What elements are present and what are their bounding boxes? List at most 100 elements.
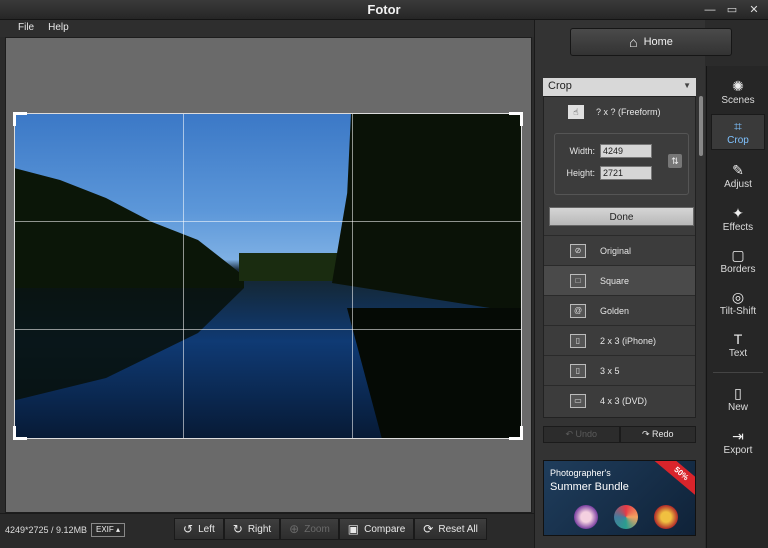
crop-mode-select[interactable]: Crop ▼ — [543, 78, 696, 96]
home-button[interactable]: ⌂ Home — [570, 28, 732, 56]
crop-icon: ⌗ — [734, 117, 742, 134]
menu-file[interactable]: File — [12, 20, 40, 37]
close-button[interactable]: ✕ — [746, 3, 762, 17]
rotate-right-label: Right — [247, 523, 272, 535]
crop-handle-top-left[interactable] — [13, 112, 27, 126]
window-controls: — ▭ ✕ — [702, 3, 762, 17]
redo-button[interactable]: ↷ Redo — [619, 426, 696, 443]
freeform-label: ? x ? (Freeform) — [596, 107, 661, 117]
tool-label: New — [727, 401, 748, 413]
title-bar: Fotor — ▭ ✕ — [0, 0, 768, 20]
zoom-label: Zoom — [304, 523, 330, 535]
tool-effects[interactable]: ✦ Effects — [711, 201, 765, 237]
reset-all-button[interactable]: ⟳ Reset All — [414, 518, 487, 540]
tool-label: Borders — [720, 263, 756, 275]
ratio-golden[interactable]: @ Golden — [544, 295, 695, 325]
pencil-icon: ✎ — [732, 161, 744, 178]
tool-label: Crop — [727, 134, 749, 146]
tool-borders[interactable]: ▢ Borders — [711, 243, 765, 279]
zoom-button[interactable]: ⊕ Zoom — [280, 518, 339, 540]
tool-adjust[interactable]: ✎ Adjust — [711, 158, 765, 194]
done-button[interactable]: Done — [549, 207, 694, 226]
ratio-4x3[interactable]: ▭ 4 x 3 (DVD) — [544, 385, 695, 415]
home-icon: ⌂ — [629, 34, 638, 50]
crop-mode-value: Crop — [548, 80, 572, 92]
sun-icon: ✺ — [732, 77, 744, 94]
tool-sidebar: ✺ Scenes ⌗ Crop ✎ Adjust ✦ Effects ▢ Bor… — [706, 66, 768, 548]
redo-icon: ↷ — [641, 429, 653, 439]
rotate-right-icon: ↻ — [232, 522, 243, 536]
tool-label: Adjust — [724, 178, 752, 190]
crop-handle-bottom-left[interactable] — [13, 426, 27, 440]
ratio-list: ⊘ Original □ Square @ Golden ▯ 2 x 3 (iP… — [544, 235, 695, 415]
tool-scenes[interactable]: ✺ Scenes — [711, 74, 765, 110]
ratio-original[interactable]: ⊘ Original — [544, 235, 695, 265]
tool-label: Tilt-Shift — [719, 305, 757, 317]
menu-bar: File Help — [0, 20, 534, 37]
panel-scrollbar[interactable] — [699, 96, 703, 156]
reset-icon: ⟳ — [423, 522, 434, 536]
export-icon: ⇥ — [732, 427, 744, 444]
camera-bag-icon — [654, 505, 678, 529]
tool-crop[interactable]: ⌗ Crop — [711, 114, 765, 150]
height-label: Height: — [566, 168, 595, 178]
freeform-option[interactable]: ☝ ? x ? (Freeform) — [568, 105, 661, 119]
dimension-fields: Width: Height: ⇅ — [554, 133, 689, 195]
crop-handle-top-right[interactable] — [509, 112, 523, 126]
home-label: Home — [643, 36, 673, 48]
crop-handle-bottom-right[interactable] — [509, 426, 523, 440]
tool-label: Effects — [722, 221, 754, 233]
ratio-label: 3 x 5 — [600, 365, 620, 376]
tool-label: Text — [728, 347, 748, 359]
restore-button[interactable]: ▭ — [724, 3, 740, 17]
sparkle-icon: ✦ — [732, 204, 744, 221]
pinwheel-icon — [614, 505, 638, 529]
ratio-2x3[interactable]: ▯ 2 x 3 (iPhone) — [544, 325, 695, 355]
edit-panel: ⌂ Home Crop ▼ ☝ ? x ? (Freeform) Width: … — [534, 20, 732, 548]
rotate-left-icon: ↺ — [183, 522, 194, 536]
reset-all-label: Reset All — [438, 523, 478, 535]
app-title: Fotor — [367, 2, 401, 17]
redo-label: Redo — [652, 429, 674, 439]
compare-button[interactable]: ▣ Compare — [338, 518, 415, 540]
frame-icon: ▢ — [731, 246, 745, 263]
promo-line-1: Photographer's — [550, 468, 611, 478]
tool-tilt-shift[interactable]: ◎ Tilt-Shift — [711, 285, 765, 321]
width-input[interactable] — [600, 144, 652, 158]
avatar-sticker-icon — [574, 505, 598, 529]
height-input[interactable] — [600, 166, 652, 180]
swap-dimensions-icon[interactable]: ⇅ — [668, 154, 682, 168]
image-canvas — [5, 37, 532, 513]
ratio-label: Original — [600, 245, 632, 256]
tool-text[interactable]: T Text — [711, 327, 765, 363]
undo-redo-bar: ↶ Undo ↷ Redo — [543, 426, 696, 443]
undo-label: Undo — [575, 429, 598, 439]
undo-icon: ↶ — [565, 429, 576, 439]
tool-export[interactable]: ⇥ Export — [711, 424, 765, 460]
crop-options: ☝ ? x ? (Freeform) Width: Height: ⇅ Done… — [543, 96, 696, 418]
rotate-right-button[interactable]: ↻ Right — [223, 518, 281, 540]
crop-frame[interactable] — [13, 112, 523, 440]
ratio-label: 4 x 3 (DVD) — [600, 395, 648, 406]
minimize-button[interactable]: — — [702, 3, 718, 17]
tool-new[interactable]: ▯ New — [711, 381, 765, 417]
width-label: Width: — [569, 146, 595, 156]
ratio-3x5[interactable]: ▯ 3 x 5 — [544, 355, 695, 385]
text-icon: T — [733, 330, 743, 347]
undo-button[interactable]: ↶ Undo — [543, 426, 620, 443]
promo-line-2: Summer Bundle — [550, 481, 629, 493]
menu-help[interactable]: Help — [42, 20, 75, 37]
bottom-toolbar: 4249*2725 / 9.12MB EXIF ▴ ↺ Left ↻ Right… — [0, 513, 534, 548]
ratio-square[interactable]: □ Square — [544, 265, 695, 295]
rotate-left-label: Left — [198, 523, 215, 535]
tool-divider — [713, 372, 763, 373]
target-icon: ◎ — [731, 288, 745, 305]
no-icon: ⊘ — [570, 243, 586, 258]
hand-icon: ☝ — [568, 105, 584, 119]
rotate-left-button[interactable]: ↺ Left — [174, 518, 224, 540]
promo-banner[interactable]: Photographer's Summer Bundle 50% — [543, 460, 696, 536]
exif-button[interactable]: EXIF ▴ — [91, 523, 126, 537]
spiral-icon: @ — [570, 303, 586, 318]
landscape-icon: ▭ — [570, 393, 586, 408]
chevron-down-icon: ▼ — [683, 81, 691, 90]
